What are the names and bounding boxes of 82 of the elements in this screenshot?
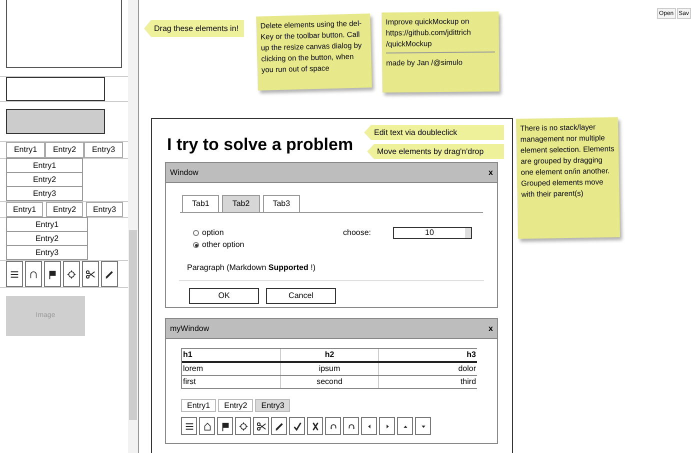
column-header: h1	[182, 349, 281, 361]
settings-icon	[238, 420, 248, 432]
radio-label: option	[202, 227, 224, 239]
scrollbar-thumb[interactable]	[129, 230, 137, 420]
paragraph: Paragraph (Markdown Supported !)	[187, 262, 316, 274]
note-text: Move elements by drag'n'drop	[377, 146, 484, 158]
list-item[interactable]: Entry2	[6, 172, 83, 187]
icon-button[interactable]	[325, 417, 341, 435]
dialog-button[interactable]: OK	[189, 288, 259, 304]
cross-icon	[310, 420, 320, 432]
radio-label: other option	[202, 239, 244, 251]
segment-button[interactable]: Entry1	[181, 399, 216, 412]
menu-icon	[184, 420, 194, 432]
icon-button[interactable]	[289, 417, 305, 435]
heading: I try to solve a problem	[167, 134, 354, 156]
table-cell-text: dolor	[457, 363, 478, 375]
tab[interactable]: Tab3	[262, 195, 300, 212]
arrow-note[interactable]: Edit text via doubleclick	[364, 125, 504, 140]
tab[interactable]: Tab1	[182, 195, 220, 212]
tab[interactable]: Entry2	[46, 202, 83, 217]
text-area[interactable]	[6, 0, 122, 68]
window-title: Window	[170, 166, 198, 178]
house-icon	[202, 420, 212, 432]
segment-button[interactable]: Entry2	[218, 399, 254, 412]
icon-button[interactable]	[253, 417, 269, 435]
note-text: Drag these elements in!	[154, 22, 238, 34]
dialog-button[interactable]: Cancel	[266, 288, 336, 304]
icon-button[interactable]	[343, 417, 359, 435]
bar-button[interactable]: Entry2	[45, 142, 84, 158]
tab[interactable]: Entry1	[6, 202, 43, 217]
list-item[interactable]: Entry1	[6, 158, 83, 173]
icon-button[interactable]	[235, 417, 251, 435]
close-button[interactable]: x	[488, 322, 493, 334]
icon-button[interactable]	[271, 417, 287, 435]
bar-button[interactable]: Entry3	[84, 142, 123, 158]
number-spinner[interactable]: 10	[393, 227, 472, 239]
segment-button[interactable]: Entry3	[255, 399, 290, 412]
scissors-icon	[256, 420, 266, 432]
tab[interactable]: Entry3	[86, 202, 123, 217]
icon-button[interactable]	[6, 261, 23, 287]
list-item[interactable]: Entry3	[6, 245, 88, 260]
column-header: h3	[466, 349, 478, 361]
window-title: myWindow	[170, 322, 210, 334]
icon-button[interactable]	[199, 417, 215, 435]
button[interactable]	[6, 109, 105, 134]
settings-icon	[66, 268, 77, 280]
icon-button[interactable]	[101, 261, 118, 287]
input-field[interactable]	[6, 77, 105, 101]
table-cell: second	[280, 376, 380, 388]
icon-button[interactable]	[307, 417, 323, 435]
note-text: Edit text via doubleclick	[374, 126, 458, 138]
checkmark-icon	[292, 420, 302, 432]
icon-button[interactable]	[181, 417, 197, 435]
pencil-icon	[104, 268, 115, 280]
scissors-icon	[85, 268, 96, 280]
table-cell-text: third	[459, 376, 478, 388]
table-cell: lorem	[182, 363, 281, 375]
spinner-value: 10	[424, 228, 435, 238]
tab[interactable]: Tab2	[222, 195, 260, 212]
close-button[interactable]: x	[488, 166, 493, 178]
radio-button[interactable]	[193, 230, 199, 236]
field-label: choose:	[343, 227, 372, 239]
pencil-icon	[274, 420, 284, 432]
flag-icon	[220, 420, 230, 432]
scrollbar[interactable]	[128, 0, 139, 453]
bar-button[interactable]: Entry1	[6, 142, 45, 158]
radio-button[interactable]	[193, 242, 199, 248]
icon-button[interactable]	[217, 417, 233, 435]
list-item[interactable]: Entry3	[6, 186, 83, 201]
table-cell: ipsum	[280, 363, 380, 375]
flag-icon	[47, 268, 58, 280]
arch-icon	[28, 268, 39, 280]
arrow-note[interactable]: Drag these elements in!	[144, 20, 244, 37]
list-item[interactable]: Entry2	[6, 231, 88, 246]
table-cell: first	[182, 376, 281, 388]
column-header: h2	[280, 349, 380, 361]
icon-button[interactable]	[82, 261, 99, 287]
icon-button[interactable]	[44, 261, 61, 287]
menu-icon	[9, 268, 20, 280]
arrow-note[interactable]: Move elements by drag'n'drop	[367, 144, 504, 159]
list-item[interactable]: Entry1	[6, 217, 88, 232]
icon-button[interactable]	[63, 261, 80, 287]
